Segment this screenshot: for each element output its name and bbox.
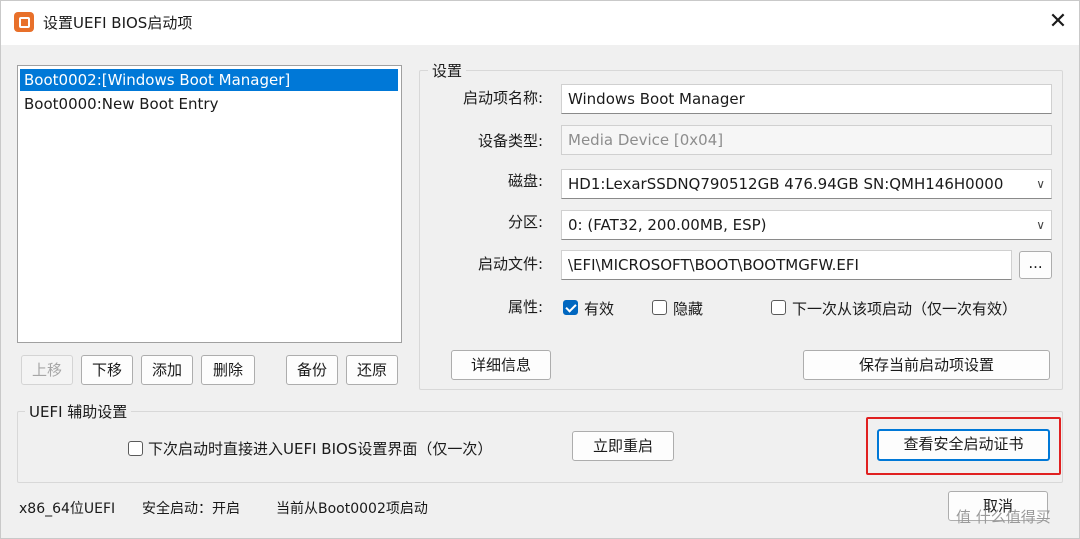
highlight-box <box>866 417 1061 475</box>
settings-group-title: 设置 <box>428 60 467 81</box>
partition-select[interactable]: 0: (FAT32, 200.00MB, ESP) ∨ <box>561 210 1052 240</box>
device-type-field: Media Device [0x04] <box>561 125 1052 155</box>
valid-checkbox[interactable] <box>563 300 578 315</box>
boot-name-label: 启动项名称: <box>462 89 543 107</box>
status-secure-boot: 安全启动：开启 <box>142 501 240 517</box>
hidden-checkbox-label: 隐藏 <box>673 300 704 318</box>
watermark-text: 值 什么值得买 <box>956 508 1051 526</box>
boot-name-input[interactable]: Windows Boot Manager <box>561 84 1052 114</box>
chevron-down-icon: ∨ <box>1036 218 1045 232</box>
hidden-checkbox[interactable] <box>652 300 667 315</box>
move-down-button[interactable]: 下移 <box>81 355 133 385</box>
list-item-boot0002[interactable]: Boot0002:[Windows Boot Manager] <box>20 69 398 91</box>
restore-button[interactable]: 还原 <box>346 355 398 385</box>
next-boot-once-checkbox[interactable] <box>771 300 786 315</box>
attributes-label: 属性: <box>507 298 543 316</box>
enter-bios-next-checkbox[interactable] <box>128 441 143 456</box>
boot-file-input[interactable]: \EFI\MICROSOFT\BOOT\BOOTMGFW.EFI <box>561 250 1012 280</box>
add-button[interactable]: 添加 <box>141 355 193 385</box>
disk-label: 磁盘: <box>507 172 543 190</box>
details-button[interactable]: 详细信息 <box>451 350 551 380</box>
partition-label: 分区: <box>507 213 543 231</box>
backup-button[interactable]: 备份 <box>286 355 338 385</box>
reboot-now-button[interactable]: 立即重启 <box>572 431 674 461</box>
app-icon <box>14 12 34 32</box>
disk-select[interactable]: HD1:LexarSSDNQ790512GB 476.94GB SN:QMH14… <box>561 169 1052 199</box>
list-item-boot0000[interactable]: Boot0000:New Boot Entry <box>20 93 398 115</box>
status-arch: x86_64位UEFI <box>19 501 116 517</box>
partition-select-value: 0: (FAT32, 200.00MB, ESP) <box>568 216 767 234</box>
boot-file-label: 启动文件: <box>477 255 543 273</box>
next-boot-once-label: 下一次从该项启动（仅一次有效） <box>792 300 1018 318</box>
chevron-down-icon: ∨ <box>1036 177 1045 191</box>
save-boot-entry-button[interactable]: 保存当前启动项设置 <box>803 350 1050 380</box>
status-current-boot: 当前从Boot0002项启动 <box>276 501 428 517</box>
boot-entry-list[interactable]: Boot0002:[Windows Boot Manager] Boot0000… <box>17 65 402 343</box>
close-icon[interactable]: ✕ <box>1045 9 1071 35</box>
uefi-aux-group-title: UEFI 辅助设置 <box>25 401 132 422</box>
window-title: 设置UEFI BIOS启动项 <box>43 14 193 32</box>
delete-button[interactable]: 删除 <box>201 355 255 385</box>
move-up-button[interactable]: 上移 <box>21 355 73 385</box>
disk-select-value: HD1:LexarSSDNQ790512GB 476.94GB SN:QMH14… <box>568 175 1004 193</box>
browse-button[interactable]: ... <box>1019 251 1052 279</box>
enter-bios-next-label: 下次启动时直接进入UEFI BIOS设置界面（仅一次） <box>148 440 493 458</box>
valid-checkbox-label: 有效 <box>584 300 615 318</box>
device-type-label: 设备类型: <box>477 132 543 150</box>
title-bar: 设置UEFI BIOS启动项 ✕ <box>1 1 1079 45</box>
dialog-window: 设置UEFI BIOS启动项 ✕ Boot0002:[Windows Boot … <box>0 0 1080 539</box>
